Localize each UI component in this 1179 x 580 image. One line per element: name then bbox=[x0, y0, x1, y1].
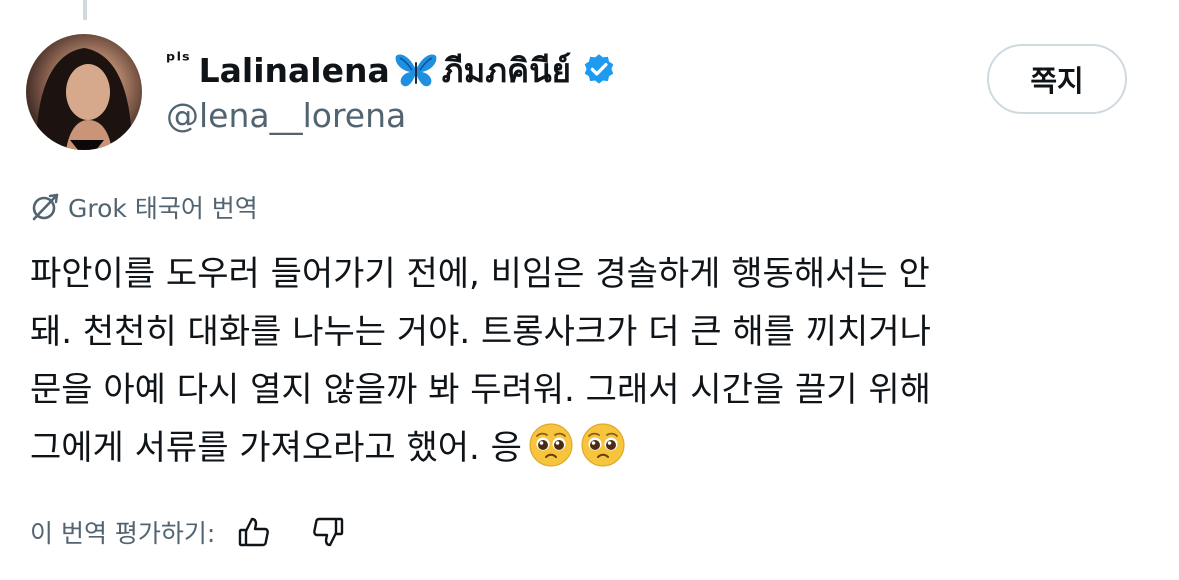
author-name-prefix: ᵖˡˢ bbox=[166, 48, 191, 72]
avatar-portrait bbox=[36, 48, 132, 150]
pleading-face-emoji bbox=[581, 423, 625, 467]
rate-translation-label: 이 번역 평가하기: bbox=[30, 519, 216, 548]
thread-connector-line bbox=[83, 0, 87, 20]
pleading-face-emoji bbox=[529, 423, 573, 467]
translation-text: 파안이를 도우러 들어가기 전에, 비임은 경솔하게 행동해서는 안 돼. 천천… bbox=[30, 254, 931, 468]
avatar[interactable] bbox=[26, 34, 142, 150]
author-name-row[interactable]: ᵖˡˢ Lalinalena ภีมภคินีย์ bbox=[166, 42, 617, 98]
translation-label: Grok 태국어 번역 bbox=[68, 194, 258, 223]
grok-translation-label-row: Grok 태국어 번역 bbox=[30, 187, 258, 227]
rate-translation-row: 이 번역 평가하기: bbox=[30, 510, 345, 554]
grok-icon bbox=[32, 193, 59, 221]
verified-badge-icon bbox=[584, 54, 614, 84]
author-name[interactable]: Lalinalena bbox=[199, 51, 390, 90]
thumbs-up-icon[interactable] bbox=[237, 515, 271, 549]
message-button[interactable]: 쪽지 bbox=[987, 44, 1127, 114]
author-handle[interactable]: @lena__lorena bbox=[166, 96, 406, 135]
thumbs-down-icon[interactable] bbox=[311, 515, 345, 549]
author-name-thai[interactable]: ภีมภคินีย์ bbox=[442, 44, 571, 97]
butterfly-icon bbox=[395, 54, 437, 87]
translated-post-text: 파안이를 도우러 들어가기 전에, 비임은 경솔하게 행동해서는 안 돼. 천천… bbox=[30, 245, 1160, 477]
